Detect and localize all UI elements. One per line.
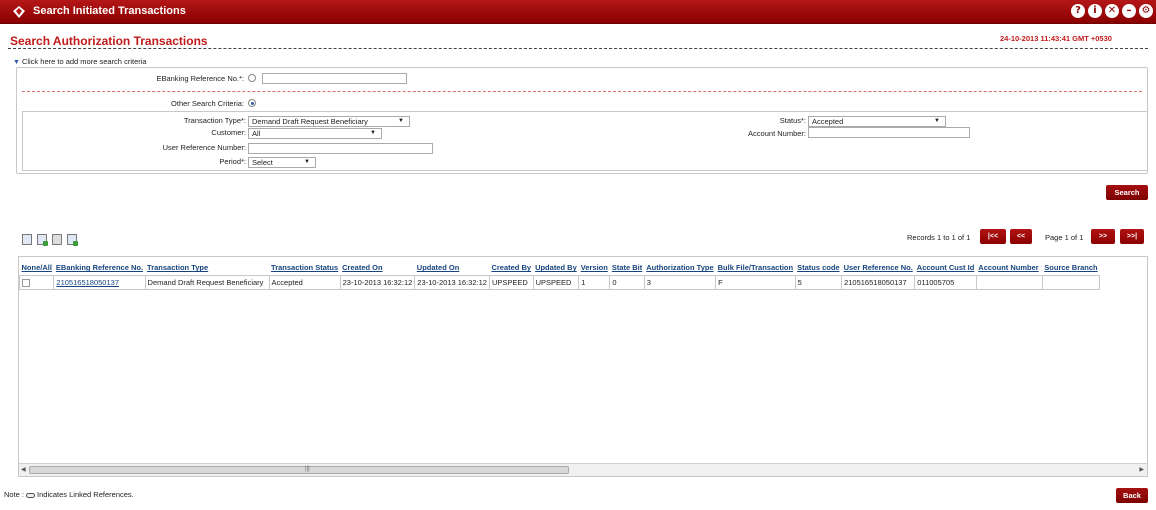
grip-icon: |||	[305, 466, 310, 472]
col-user-ref[interactable]: User Reference No.	[842, 261, 915, 275]
cell-updated-by: UPSPEED	[532, 274, 580, 290]
period-select[interactable]: Select ▼	[248, 157, 316, 168]
cell-version: 1	[578, 274, 611, 290]
cell-status-code: 5	[794, 274, 843, 290]
note-text: Indicates Linked References.	[37, 490, 134, 499]
add-criteria-label: Click here to add more search criteria	[21, 57, 147, 66]
window-title: Search Initiated Transactions	[33, 5, 186, 17]
ebanking-ref-link[interactable]: 210516518050137	[53, 274, 146, 290]
title-bar: Search Initiated Transactions ? i ✕ – ⚙	[0, 0, 1156, 24]
timestamp: 24-10-2013 11:43:41 GMT +0530	[1000, 34, 1112, 43]
user-ref-input[interactable]	[248, 143, 433, 154]
account-number-input[interactable]	[808, 127, 970, 138]
col-version[interactable]: Version	[579, 261, 610, 275]
col-state-bit[interactable]: State Bit	[610, 261, 644, 275]
cell-source-branch	[1041, 274, 1101, 290]
customer-select[interactable]: All ▼	[248, 128, 382, 139]
excel-export-icon[interactable]	[37, 234, 48, 246]
divider	[22, 91, 1142, 92]
ebanking-ref-input[interactable]	[262, 73, 407, 84]
txn-type-label: Transaction Type*:	[183, 116, 246, 125]
cell-bulk-file: F	[715, 274, 796, 290]
cell-updated-on: 23-10-2013 16:32:12	[414, 274, 490, 290]
ebanking-ref-label: EBanking Reference No.*:	[156, 74, 244, 83]
period-value: Select	[252, 158, 273, 167]
horizontal-scrollbar[interactable]: ◀ ||| ▶	[19, 463, 1147, 476]
settings-icon[interactable]: ⚙	[1139, 4, 1153, 18]
row-select-checkbox-cell[interactable]	[19, 274, 55, 290]
col-ebanking-ref[interactable]: EBanking Reference No.	[54, 261, 145, 275]
cell-account-cust-id: 011005705	[914, 274, 977, 290]
other-criteria-radio[interactable]	[248, 99, 256, 107]
print-icon[interactable]	[52, 234, 62, 245]
status-value: Accepted	[812, 117, 844, 126]
chevron-down-icon: ▼	[370, 130, 376, 136]
records-count: Records 1 to 1 of 1	[907, 233, 971, 242]
col-updated-on[interactable]: Updated On	[415, 261, 490, 275]
next-page-button[interactable]: >>	[1091, 229, 1115, 244]
status-label: Status*:	[779, 116, 806, 125]
col-created-by[interactable]: Created By	[489, 261, 533, 275]
cell-transaction-type: Demand Draft Request Beneficiary	[144, 274, 270, 290]
col-select-all[interactable]: None/All	[20, 261, 54, 275]
cell-authorization-type: 3	[643, 274, 717, 290]
txn-type-value: Demand Draft Request Beneficiary	[252, 117, 368, 126]
cell-transaction-status: Accepted	[268, 274, 341, 290]
divider	[8, 48, 1148, 49]
other-criteria-label: Other Search Criteria:	[171, 99, 244, 108]
account-number-label: Account Number:	[748, 129, 806, 138]
cell-state-bit: 0	[609, 274, 645, 290]
status-select[interactable]: Accepted ▼	[808, 116, 946, 127]
col-bulk-file[interactable]: Bulk File/Transaction	[716, 261, 795, 275]
help-icon[interactable]: ?	[1071, 4, 1085, 18]
prev-page-button[interactable]: <<	[1010, 229, 1032, 244]
page-indicator: Page 1 of 1	[1045, 233, 1084, 242]
linked-reference-note: Note : Indicates Linked References.	[4, 490, 134, 499]
col-status-code[interactable]: Status code	[795, 261, 842, 275]
chevron-down-icon: ▼	[304, 159, 310, 165]
scrollbar-thumb[interactable]: |||	[29, 466, 569, 474]
table-row: 210516518050137 Demand Draft Request Ben…	[19, 274, 1101, 290]
col-transaction-status[interactable]: Transaction Status	[269, 261, 340, 275]
app-logo-icon	[13, 6, 25, 18]
info-icon[interactable]: i	[1088, 4, 1102, 18]
back-button[interactable]: Back	[1116, 488, 1148, 503]
first-page-button[interactable]: |<<	[980, 229, 1006, 244]
pdf-export-icon[interactable]	[22, 234, 32, 245]
cell-user-ref: 210516518050137	[841, 274, 916, 290]
triangle-down-icon: ▼	[13, 59, 20, 66]
minimize-icon[interactable]: –	[1122, 4, 1136, 18]
row-checkbox[interactable]	[22, 278, 30, 287]
col-authorization-type[interactable]: Authorization Type	[644, 261, 715, 275]
search-button[interactable]: Search	[1106, 185, 1148, 200]
col-account-cust-id[interactable]: Account Cust Id	[915, 261, 977, 275]
scroll-right-icon[interactable]: ▶	[1139, 466, 1144, 473]
chevron-down-icon: ▼	[398, 118, 404, 124]
page-title: Search Authorization Transactions	[10, 34, 208, 48]
results-grid: None/All EBanking Reference No. Transact…	[18, 256, 1148, 477]
user-ref-label: User Reference Number:	[162, 143, 246, 152]
chevron-down-icon: ▼	[934, 118, 940, 124]
customer-label: Customer:	[211, 128, 246, 137]
cell-account-number	[975, 274, 1043, 290]
cell-created-by: UPSPEED	[488, 274, 534, 290]
ebanking-ref-radio[interactable]	[248, 74, 256, 82]
col-transaction-type[interactable]: Transaction Type	[145, 261, 269, 275]
col-source-branch[interactable]: Source Branch	[1042, 261, 1099, 275]
txn-type-select[interactable]: Demand Draft Request Beneficiary ▼	[248, 116, 410, 127]
note-prefix: Note :	[4, 490, 25, 499]
last-page-button[interactable]: >>|	[1120, 229, 1144, 244]
link-icon	[26, 492, 36, 498]
scroll-left-icon[interactable]: ◀	[21, 466, 26, 473]
col-account-number[interactable]: Account Number	[976, 261, 1042, 275]
customer-value: All	[252, 129, 261, 138]
cell-created-on: 23-10-2013 16:32:12	[339, 274, 416, 290]
col-updated-by[interactable]: Updated By	[533, 261, 579, 275]
close-icon[interactable]: ✕	[1105, 4, 1119, 18]
period-label: Period*:	[219, 157, 246, 166]
csv-export-icon[interactable]	[67, 234, 78, 246]
col-created-on[interactable]: Created On	[340, 261, 415, 275]
add-criteria-link[interactable]: ▼ Click here to add more search criteria	[13, 57, 147, 66]
